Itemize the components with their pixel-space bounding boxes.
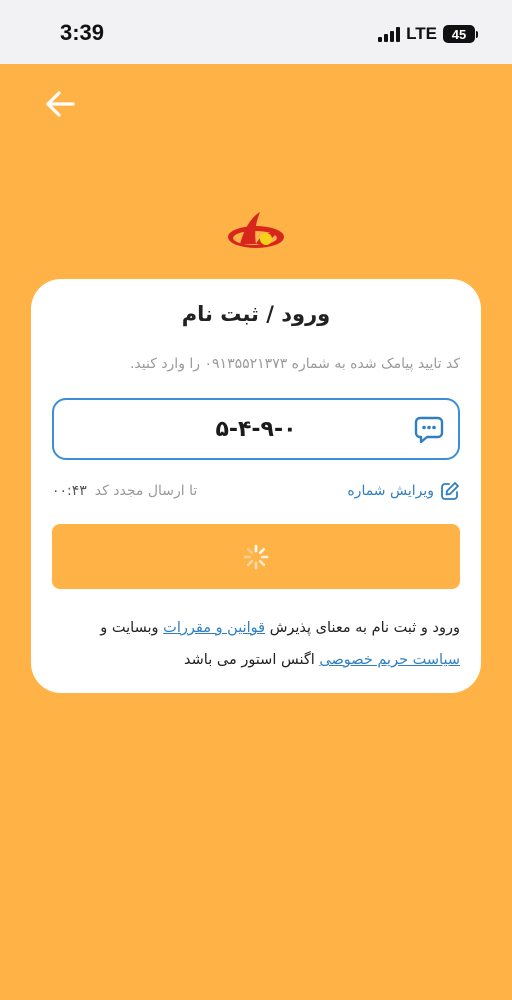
terms-text-2: وبسایت و <box>100 620 159 636</box>
status-indicators: LTE 45 <box>378 24 478 44</box>
terms-text-3: اگنس استور می باشد <box>184 652 315 668</box>
network-label: LTE <box>406 24 437 43</box>
verification-hint: کد تایید پیامک شده به شماره ۰۹۱۳۵۵۲۱۳۷۳ … <box>129 356 460 372</box>
battery-icon: 45 <box>443 25 478 43</box>
edit-number-label: ویرایش شماره <box>347 483 434 499</box>
rules-link[interactable]: قوانین و مقررات <box>163 620 265 636</box>
status-bar: 3:39 LTE 45 <box>0 0 512 64</box>
message-bubble-icon <box>414 416 444 444</box>
battery-level: 45 <box>443 25 475 43</box>
back-button[interactable] <box>40 86 80 122</box>
page-title: ورود / ثبت نام <box>181 302 331 326</box>
resend-label: تا ارسال مجدد کد <box>94 483 198 499</box>
resend-countdown: تا ارسال مجدد کد ۰۰:۴۳ <box>52 480 197 502</box>
verification-code-input[interactable]: ۵-۴-۹-۰ <box>52 398 460 460</box>
terms-text-1: ورود و ثبت نام به معنای پذیرش <box>269 620 460 636</box>
terms-notice: ورود و ثبت نام به معنای پذیرش قوانین و م… <box>52 612 460 676</box>
edit-pencil-icon <box>441 482 459 500</box>
arrow-left-icon <box>46 91 75 117</box>
resend-timer: ۰۰:۴۳ <box>52 483 87 499</box>
code-value: ۵-۴-۹-۰ <box>215 416 297 442</box>
signal-icon <box>378 26 401 42</box>
spinner-icon <box>243 544 269 569</box>
privacy-policy-link[interactable]: سیاست حریم خصوصی <box>319 652 460 668</box>
submit-button[interactable] <box>52 524 460 589</box>
status-time: 3:39 <box>60 20 105 45</box>
brand-logo <box>228 212 284 248</box>
edit-number-link[interactable]: ویرایش شماره <box>347 478 460 504</box>
